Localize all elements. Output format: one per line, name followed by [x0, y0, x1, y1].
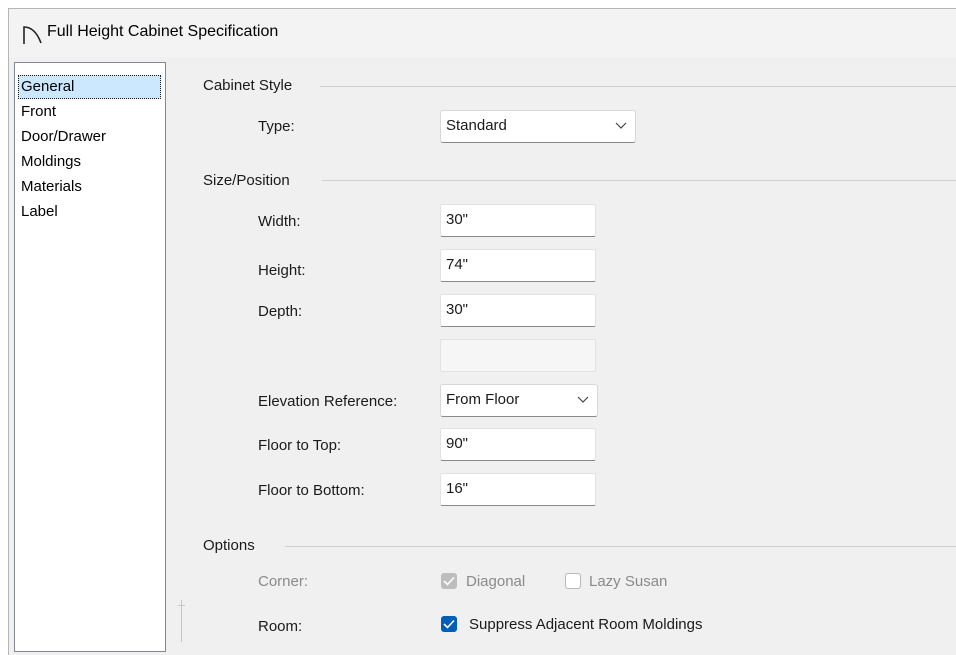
- nav-item-door-drawer[interactable]: Door/Drawer: [19, 125, 108, 149]
- options-group-label: Options: [203, 537, 263, 554]
- category-list: General Front Door/Drawer Moldings Mater…: [14, 62, 166, 652]
- corner-label: Corner:: [258, 573, 309, 590]
- depth-field[interactable]: 30": [440, 294, 596, 327]
- disabled-blank-field: [440, 339, 596, 372]
- type-dropdown-value: Standard: [446, 117, 507, 134]
- nav-item-front[interactable]: Front: [19, 100, 58, 124]
- chevron-down-icon: [577, 396, 589, 403]
- floor-to-top-field[interactable]: 90": [440, 428, 596, 461]
- nav-item-materials[interactable]: Materials: [19, 175, 84, 199]
- floor-to-bottom-label: Floor to Bottom:: [258, 482, 365, 499]
- type-label: Type:: [258, 118, 295, 135]
- suppress-moldings-label: Suppress Adjacent Room Moldings: [469, 616, 703, 633]
- window-title: Full Height Cabinet Specification: [47, 23, 279, 40]
- floor-to-top-label: Floor to Top:: [258, 437, 342, 454]
- lazy-susan-label: Lazy Susan: [589, 573, 668, 590]
- suppress-moldings-checkbox[interactable]: [441, 616, 457, 632]
- diagonal-checkbox[interactable]: [441, 573, 457, 589]
- nav-item-label[interactable]: Label: [19, 200, 60, 224]
- lazy-susan-checkbox[interactable]: [565, 573, 581, 589]
- width-field[interactable]: 30": [440, 204, 596, 237]
- checkmark-icon: [443, 576, 455, 586]
- size-position-group-label: Size/Position: [203, 172, 298, 189]
- height-label: Height:: [258, 262, 306, 279]
- chevron-down-icon: [615, 122, 627, 129]
- elevation-reference-dropdown[interactable]: From Floor: [440, 384, 598, 417]
- height-field[interactable]: 74": [440, 249, 596, 282]
- options-vertical-rule: [181, 600, 182, 642]
- title-bar: Full Height Cabinet Specification: [9, 9, 956, 57]
- width-label: Width:: [258, 213, 301, 230]
- elevation-reference-value: From Floor: [446, 391, 520, 408]
- size-position-divider: [322, 180, 956, 181]
- checkmark-icon: [443, 619, 455, 629]
- nav-item-general[interactable]: General: [18, 75, 161, 99]
- diagonal-label: Diagonal: [466, 573, 526, 590]
- cabinet-style-divider: [320, 86, 956, 87]
- cabinet-arc-icon: [23, 26, 42, 44]
- depth-label: Depth:: [258, 303, 303, 320]
- elevation-reference-label: Elevation Reference:: [258, 393, 398, 410]
- type-dropdown[interactable]: Standard: [440, 110, 636, 143]
- options-divider: [285, 546, 956, 547]
- options-rule-tick: [178, 605, 185, 606]
- cabinet-style-group-label: Cabinet Style: [203, 77, 301, 94]
- room-label: Room:: [258, 618, 303, 635]
- nav-item-moldings[interactable]: Moldings: [19, 150, 83, 174]
- floor-to-bottom-field[interactable]: 16": [440, 473, 596, 506]
